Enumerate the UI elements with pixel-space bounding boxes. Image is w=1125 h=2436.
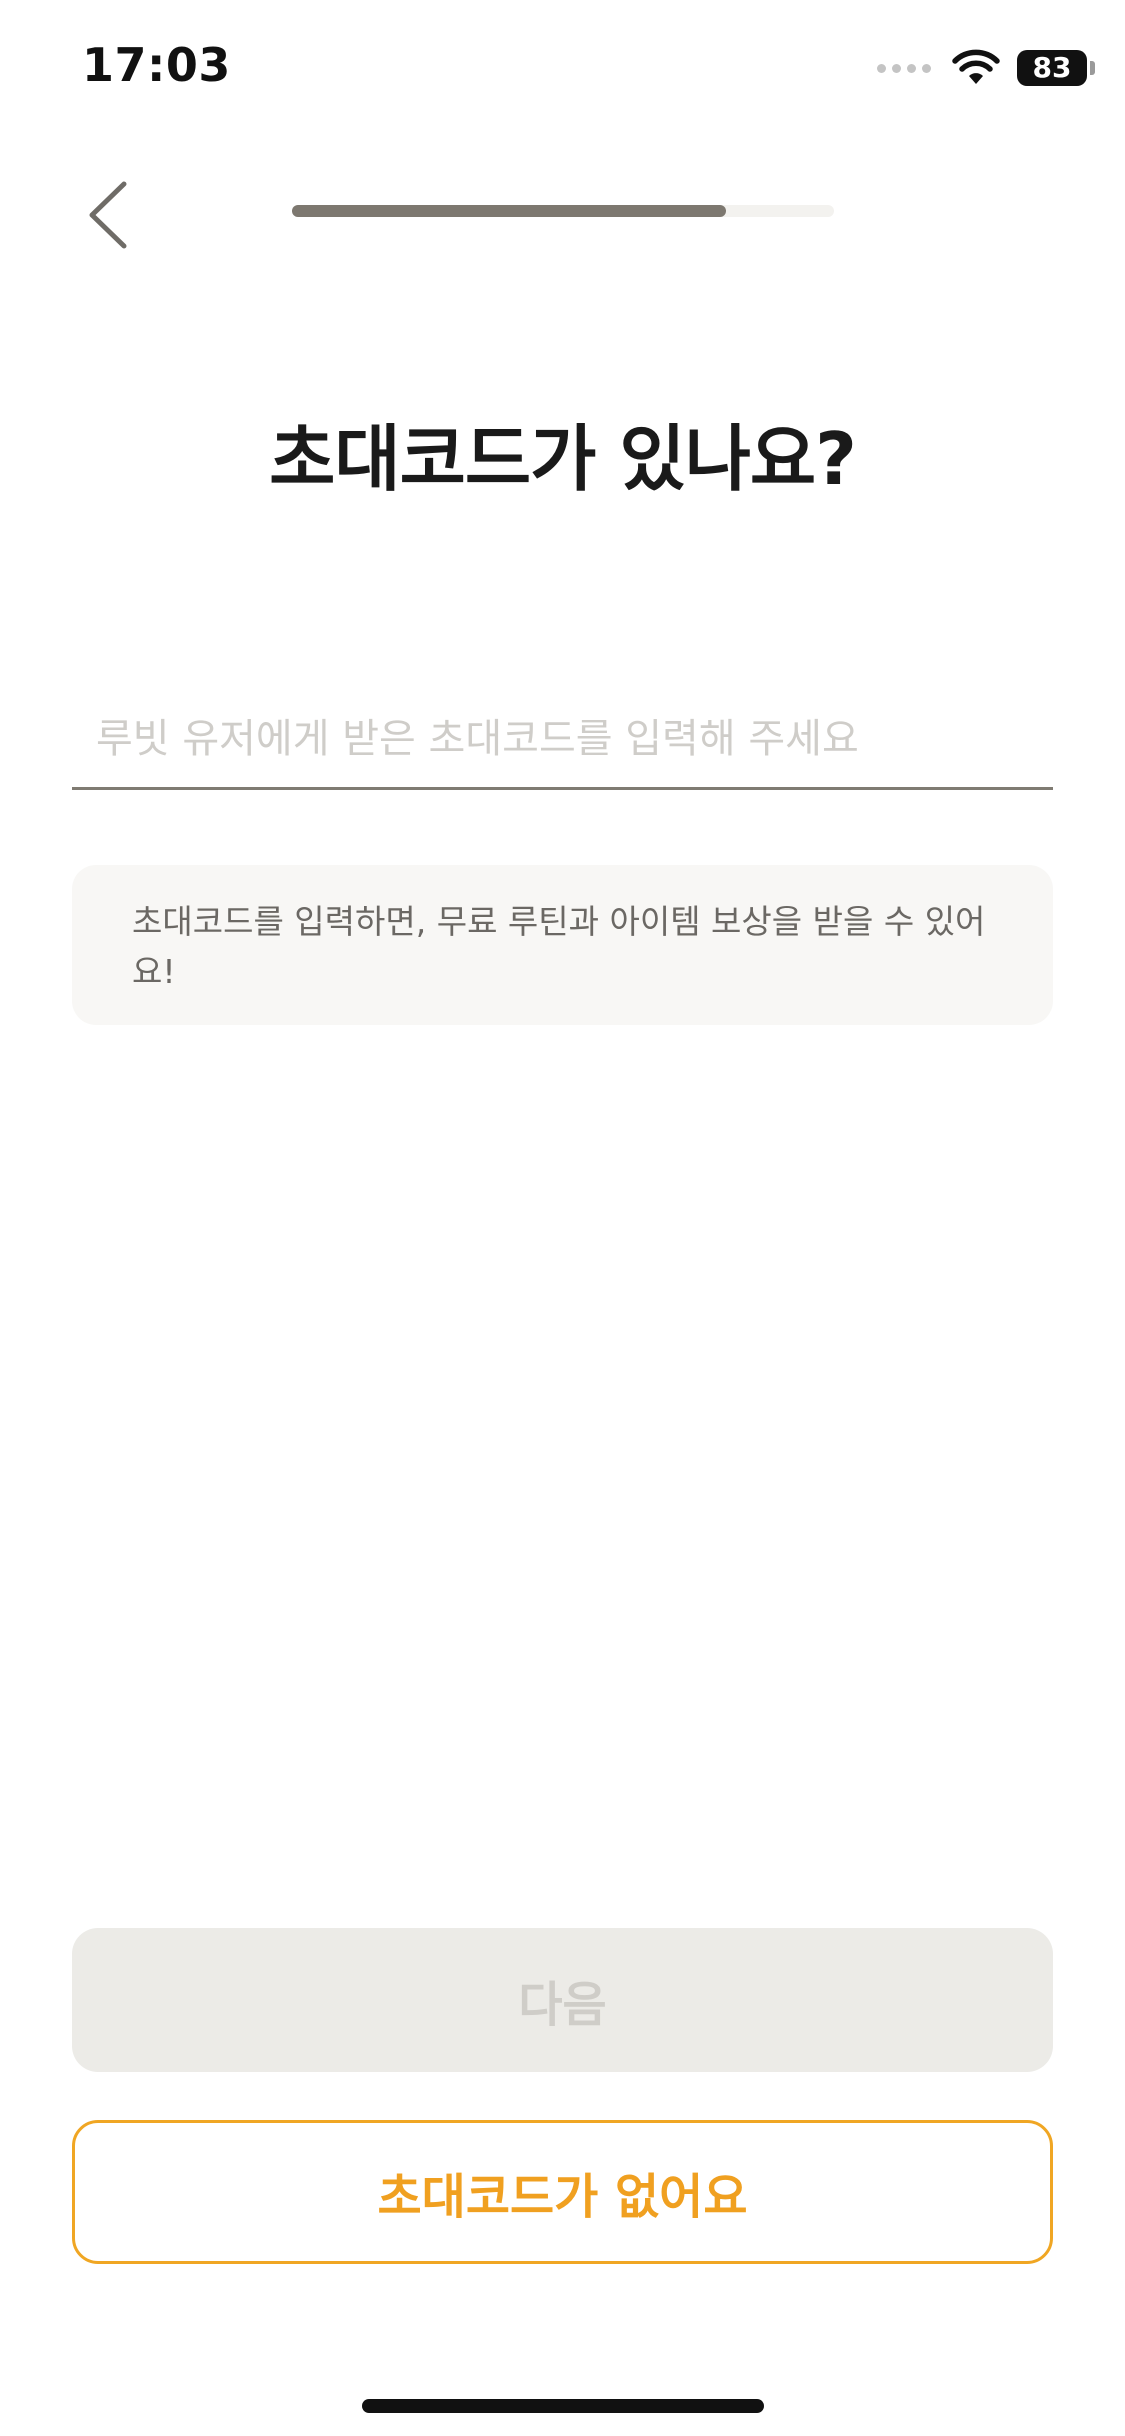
onboarding-progress-bar <box>292 205 834 217</box>
status-time: 17:03 <box>82 38 231 92</box>
page-title: 초대코드가 있나요? <box>269 417 857 501</box>
status-icons: 83 <box>877 46 1095 90</box>
wifi-icon <box>952 49 1000 84</box>
home-indicator <box>362 2399 764 2413</box>
battery-level: 83 <box>1032 51 1072 84</box>
battery-icon: 83 <box>1017 50 1095 86</box>
info-text: 초대코드를 입력하면, 무료 루틴과 아이템 보상을 받을 수 있어요! <box>132 902 986 991</box>
info-box: 초대코드를 입력하면, 무료 루틴과 아이템 보상을 받을 수 있어요! <box>72 865 1053 1025</box>
chevron-left-icon <box>89 181 127 249</box>
signal-icon <box>877 63 931 73</box>
invite-code-input[interactable] <box>72 690 1053 790</box>
invite-code-screen: 17:03 83 초대코드가 있나요? 초대코드를 입력하면, 무료 루틴과 아… <box>0 0 1125 2436</box>
no-invite-code-button[interactable]: 초대코드가 없어요 <box>72 2120 1053 2264</box>
back-button[interactable] <box>72 170 142 260</box>
progress-fill <box>292 205 726 217</box>
next-button[interactable]: 다음 <box>72 1928 1053 2072</box>
